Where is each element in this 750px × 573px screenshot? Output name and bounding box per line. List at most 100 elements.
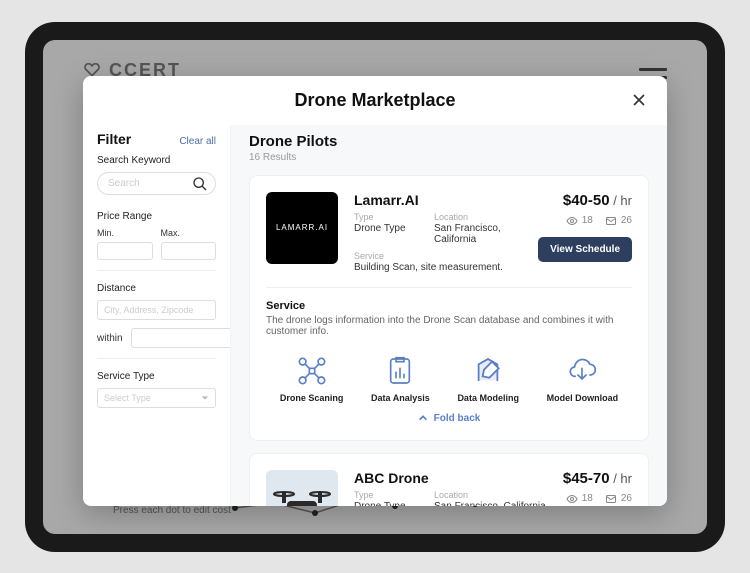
service-description: The drone logs information into the Dron…	[266, 315, 632, 337]
price-value: $45-70	[563, 470, 610, 487]
views-stat: 18	[566, 215, 593, 227]
chevron-down-icon	[200, 393, 210, 403]
service-name: Model Download	[547, 393, 619, 403]
view-schedule-button[interactable]: View Schedule	[538, 237, 632, 262]
messages-count: 26	[621, 493, 632, 504]
fold-back-label: Fold back	[434, 413, 481, 424]
pilot-name: ABC Drone	[354, 470, 547, 486]
menu-icon[interactable]	[639, 68, 667, 71]
price-max-input[interactable]	[161, 242, 217, 260]
card-info: Lamarr.AI Type Drone Type Location San F…	[354, 192, 522, 273]
drone-graphic-icon	[266, 470, 338, 506]
views-stat: 18	[566, 493, 593, 505]
bg-hint-text: Press each dot to edit cost	[113, 505, 231, 516]
location-value: San Francisco, California	[434, 501, 546, 506]
drone-scan-icon	[296, 355, 328, 387]
distance-location-input[interactable]	[97, 300, 216, 320]
type-value: Drone Type	[354, 501, 414, 506]
pilot-image	[266, 470, 338, 506]
filter-sidebar: Filter Clear all Search Keyword Price Ra…	[83, 125, 231, 506]
messages-count: 26	[621, 215, 632, 226]
mail-icon	[605, 215, 617, 227]
service-item-analysis: Data Analysis	[371, 355, 430, 403]
close-button[interactable]	[629, 90, 649, 110]
modal-title: Drone Marketplace	[294, 90, 455, 111]
price-value: $40-50	[563, 192, 610, 209]
close-icon	[629, 90, 649, 110]
messages-stat: 26	[605, 215, 632, 227]
chart-icon	[384, 355, 416, 387]
views-count: 18	[582, 215, 593, 226]
cloud-download-icon	[566, 355, 598, 387]
filter-header: Filter Clear all	[97, 131, 216, 147]
meta-row: Type Drone Type Location San Francisco, …	[354, 490, 547, 506]
modal-header: Drone Marketplace	[83, 76, 667, 125]
filter-title: Filter	[97, 131, 131, 147]
price-min-col: Min.	[97, 228, 153, 261]
price-unit: / hr	[610, 471, 632, 486]
price-max-label: Max.	[161, 228, 217, 238]
stats-row: 18 26	[563, 493, 632, 505]
price-range-row: Min. Max.	[97, 228, 216, 261]
within-label: within	[97, 333, 123, 344]
service-type-label: Service Type	[97, 371, 216, 382]
price-line: $45-70 / hr	[563, 470, 632, 488]
chevron-up-icon	[418, 413, 428, 423]
type-value: Drone Type	[354, 223, 414, 234]
location-label: Location	[434, 490, 546, 500]
within-miles-input[interactable]	[131, 328, 231, 348]
search-field-wrap	[97, 172, 216, 195]
search-icon[interactable]	[192, 176, 208, 192]
service-name: Data Modeling	[457, 393, 519, 403]
service-icons-row: Drone Scaning Data Analysis	[266, 355, 632, 403]
edit-icon	[472, 355, 504, 387]
price-range-label: Price Range	[97, 211, 216, 222]
search-keyword-label: Search Keyword	[97, 155, 216, 166]
meta-location: Location San Francisco, California	[434, 212, 522, 245]
service-item-modeling: Data Modeling	[457, 355, 519, 403]
within-row: within	[97, 328, 216, 348]
service-type-select-wrap	[97, 388, 216, 408]
price-min-input[interactable]	[97, 242, 153, 260]
type-label: Type	[354, 490, 414, 500]
price-unit: / hr	[610, 193, 632, 208]
clear-all-button[interactable]: Clear all	[179, 136, 216, 147]
card-right: $45-70 / hr 18 26	[563, 470, 632, 506]
meta-location: Location San Francisco, California	[434, 490, 546, 506]
divider	[97, 358, 216, 359]
type-label: Type	[354, 212, 414, 222]
marketplace-modal: Drone Marketplace Filter Clear all Searc…	[83, 76, 667, 506]
service-name: Drone Scaning	[280, 393, 344, 403]
card-right: $40-50 / hr 18 26	[538, 192, 632, 273]
messages-stat: 26	[605, 493, 632, 505]
service-value: Building Scan, site measurement.	[354, 262, 522, 273]
results-count: 16 Results	[249, 152, 649, 163]
price-max-col: Max.	[161, 228, 217, 261]
price-min-label: Min.	[97, 228, 153, 238]
pilot-logo: LAMARR.AI	[266, 192, 338, 264]
views-count: 18	[582, 493, 593, 504]
results-title: Drone Pilots	[249, 133, 649, 150]
stats-row: 18 26	[538, 215, 632, 227]
tablet-screen: CCERT Press each dot to edit cost Drone …	[43, 40, 707, 534]
service-item-scanning: Drone Scaning	[280, 355, 344, 403]
eye-icon	[566, 215, 578, 227]
pilot-name: Lamarr.AI	[354, 192, 522, 208]
service-heading: Service	[266, 300, 632, 312]
location-value: San Francisco, California	[434, 223, 522, 245]
modal-body: Filter Clear all Search Keyword Price Ra…	[83, 125, 667, 506]
service-name: Data Analysis	[371, 393, 430, 403]
service-expanded: Service The drone logs information into …	[266, 287, 632, 424]
service-item-download: Model Download	[547, 355, 619, 403]
fold-back-button[interactable]: Fold back	[266, 413, 632, 424]
card-top: ABC Drone Type Drone Type Location San F…	[266, 470, 632, 506]
meta-type: Type Drone Type	[354, 212, 414, 245]
service-label: Service	[354, 251, 522, 261]
service-type-select[interactable]	[97, 388, 216, 408]
price-line: $40-50 / hr	[538, 192, 632, 210]
pilot-card: LAMARR.AI Lamarr.AI Type Drone Type	[249, 175, 649, 441]
distance-label: Distance	[97, 283, 216, 294]
card-info: ABC Drone Type Drone Type Location San F…	[354, 470, 547, 506]
mail-icon	[605, 493, 617, 505]
eye-icon	[566, 493, 578, 505]
